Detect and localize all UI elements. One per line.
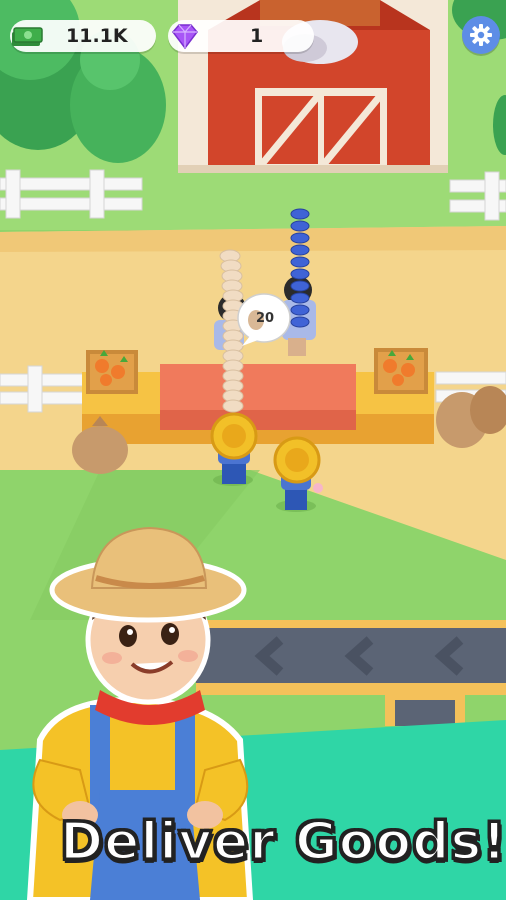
- game-scene: [0, 0, 506, 900]
- gear-icon: [469, 23, 493, 47]
- carrot-crate-right: [374, 348, 428, 394]
- order-count-label: 20: [256, 311, 275, 326]
- cash-value: 11.1K: [66, 25, 128, 47]
- gem-value: 1: [250, 25, 264, 47]
- banner-title: Deliver Goods!: [59, 811, 506, 874]
- settings-button[interactable]: [462, 16, 500, 54]
- cash-stack-icon: [10, 22, 44, 50]
- cash-counter: 11.1K: [10, 20, 156, 52]
- carrot-crate-left: [86, 350, 138, 394]
- purple-gem-icon: [168, 22, 202, 50]
- gem-counter: 1: [168, 20, 314, 52]
